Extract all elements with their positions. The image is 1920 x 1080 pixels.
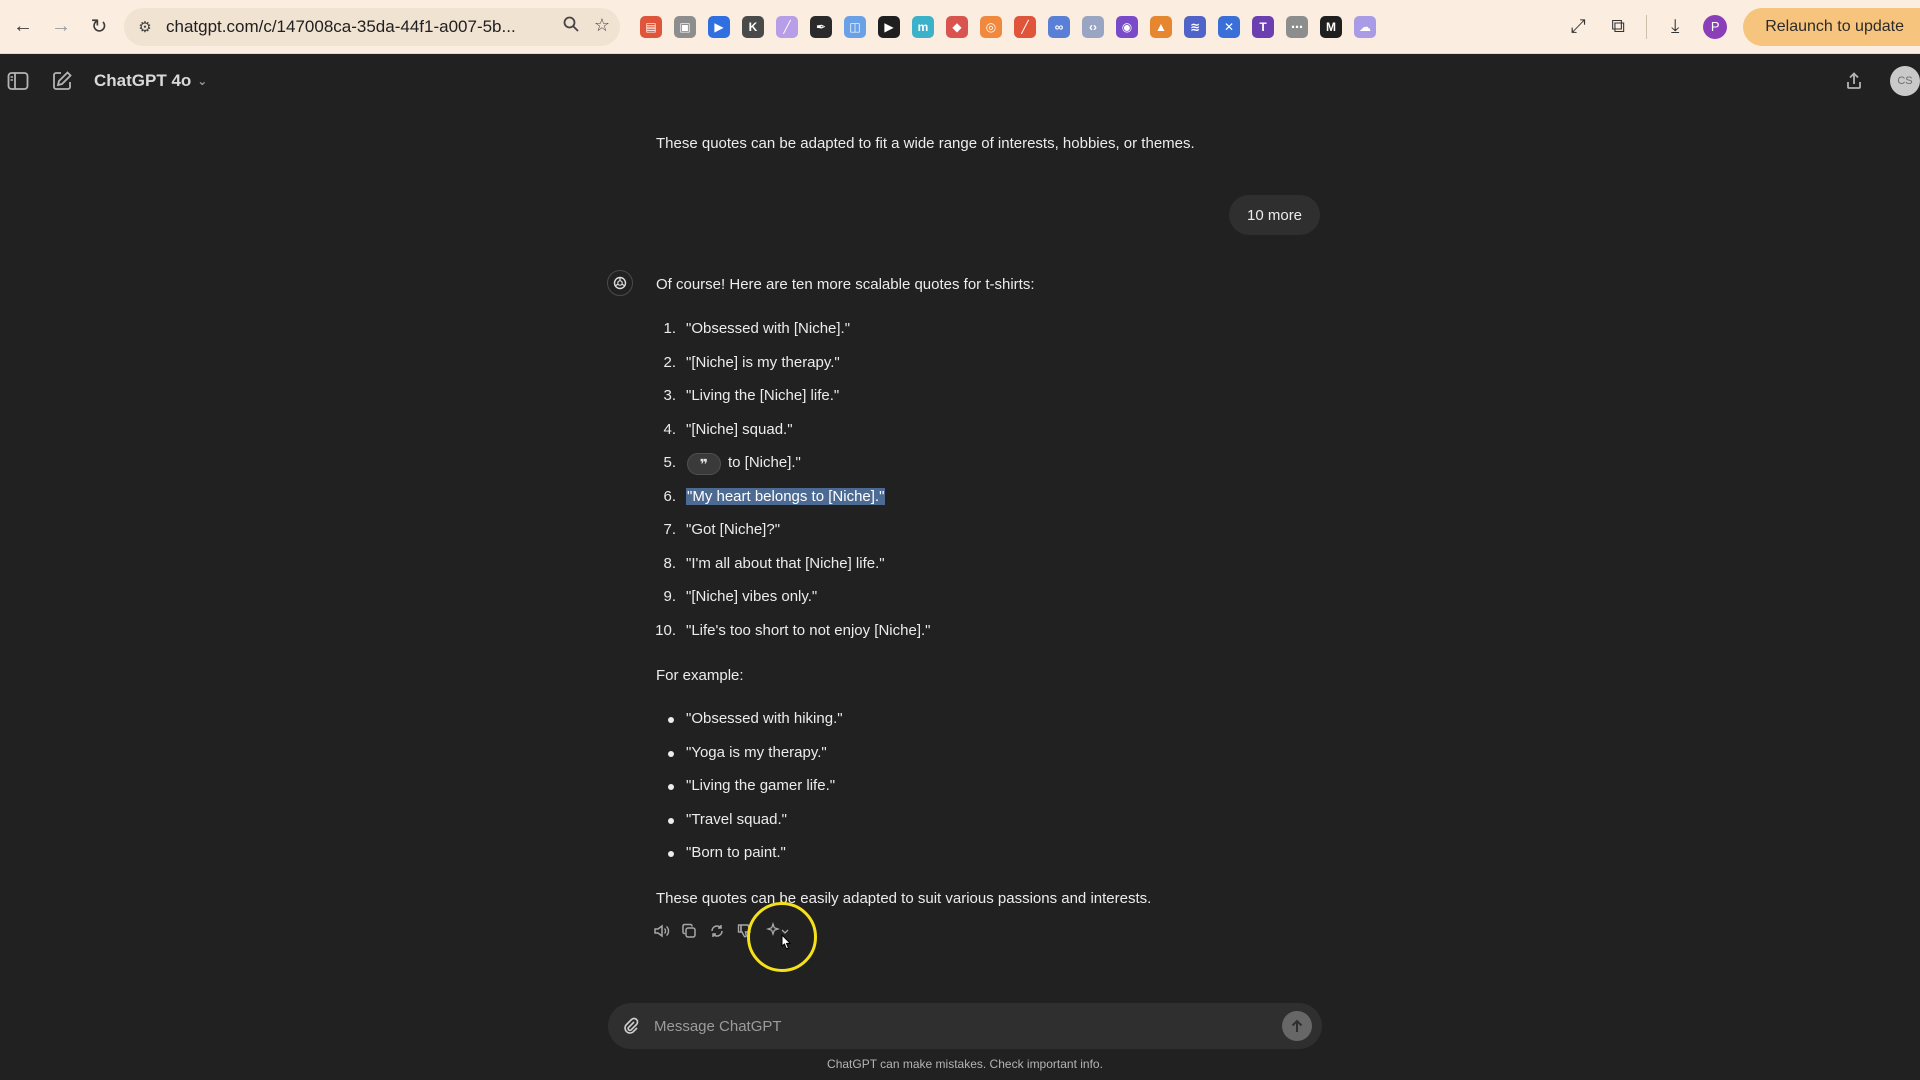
quote-reply-button[interactable]: ❞ [687,453,721,475]
mouse-pointer-icon [781,934,792,950]
read-aloud-icon[interactable] [652,922,670,940]
list-item-number: 7. [663,521,676,538]
list-item-label: to [Niche]." [728,454,801,471]
list-item-text: "Living the [Niche] life." [686,387,839,404]
list-item-number: 1. [663,320,676,337]
list-item-label: "Got [Niche]?" [686,521,781,538]
list-item-label: "I'm all about that [Niche] life." [686,554,885,572]
bullet-marker [668,784,674,790]
arrow-up-icon [1291,1019,1303,1032]
message-composer [608,1003,1322,1049]
list-item-label: "[Niche] is my therapy." [686,353,840,371]
list-item-number: 8. [663,554,676,572]
selected-text: "My heart belongs to [Niche]." [686,487,886,505]
example-item: "Born to paint." [686,844,786,861]
example-item: "Travel squad." [686,810,787,828]
disclaimer-text: ChatGPT can make mistakes. Check importa… [827,1057,1103,1071]
example-item: "Yoga is my therapy." [686,743,827,761]
example-item: "Living the gamer life." [686,777,836,794]
example-item: "Obsessed with hiking." [686,710,843,727]
list-item-label: "Obsessed with [Niche]." [686,320,851,337]
list-item-text: "[Niche] vibes only." [686,588,817,605]
chatgpt-logo-icon [607,270,633,296]
list-item-text: "[Niche] squad." [686,421,793,438]
bullet-marker [668,750,674,757]
assistant-closing: These quotes can be easily adapted to su… [656,890,1152,907]
list-item-label: "[Niche] vibes only." [686,588,818,605]
list-item-text: "Got [Niche]?" [686,521,780,538]
conversation-area: These quotes can be adapted to fit a wid… [0,0,1920,972]
regenerate-icon[interactable] [708,922,726,940]
bullet-marker [668,851,674,857]
list-item-number: 4. [663,420,676,438]
list-item-text: "I'm all about that [Niche] life." [686,555,885,572]
list-item-number: 5. [663,454,676,471]
list-item-label: "[Niche] squad." [686,420,793,438]
list-item-text-partial: to [Niche]." [728,454,801,471]
list-item-number: 2. [663,353,676,371]
user-message-bubble: 10 more [1229,195,1321,235]
list-item-number: 3. [663,387,676,404]
copy-icon[interactable] [680,922,698,940]
attach-paperclip-icon[interactable] [622,1016,640,1036]
list-item-number: 10. [655,621,676,639]
list-item-text: "Obsessed with [Niche]." [686,320,850,337]
previous-message-closing: These quotes can be adapted to fit a wid… [656,135,1195,152]
bullet-marker [668,817,674,824]
bullet-marker [668,717,674,723]
send-button[interactable] [1282,1011,1312,1041]
list-item-text: "Life's too short to not enjoy [Niche]." [686,622,930,639]
assistant-intro: Of course! Here are ten more scalable qu… [656,276,1035,293]
list-item-text: "[Niche] is my therapy." [686,354,840,371]
list-item-text-selected: "My heart belongs to [Niche]." [686,487,886,505]
list-item-label: "Living the [Niche] life." [686,387,840,404]
list-item-number: 9. [663,588,676,605]
list-item-label: "Life's too short to not enjoy [Niche]." [686,621,931,639]
list-item-number: 6. [663,487,676,505]
message-input[interactable] [654,1017,1282,1035]
example-label: For example: [656,667,744,684]
